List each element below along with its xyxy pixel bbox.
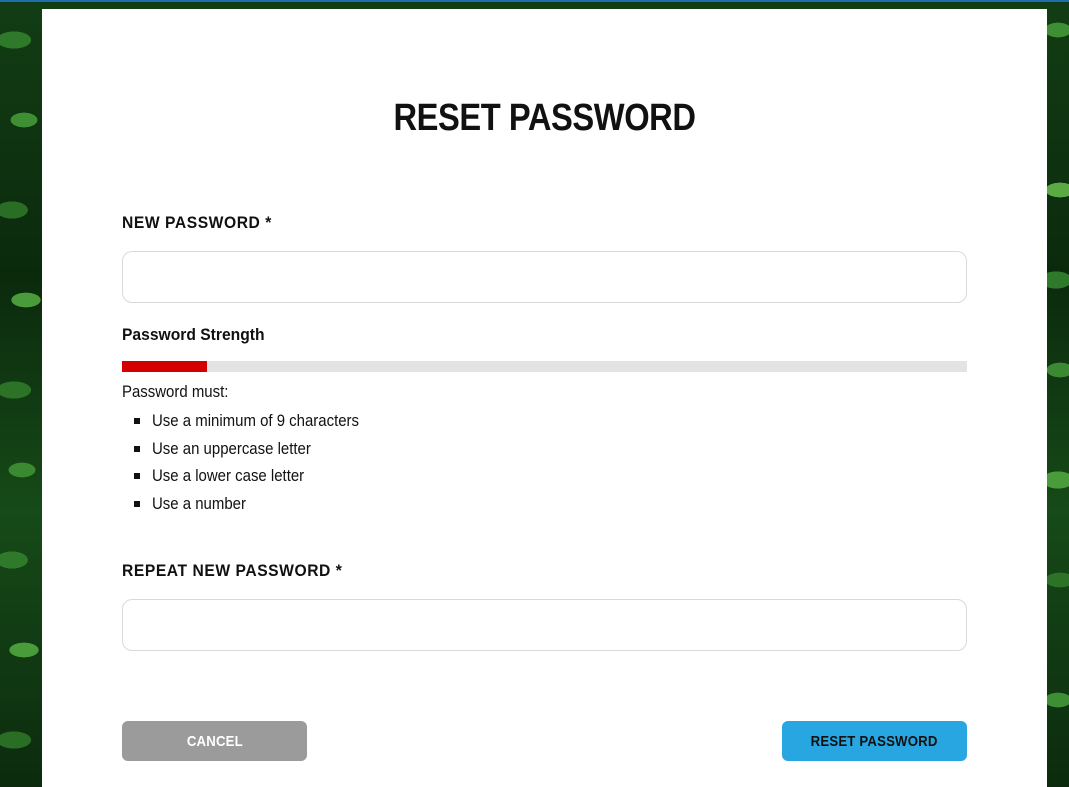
cancel-button[interactable]: CANCEL (122, 721, 307, 761)
bullet-icon (134, 473, 140, 479)
password-rules-list: Use a minimum of 9 characters Use an upp… (122, 407, 387, 517)
cancel-button-label: CANCEL (186, 732, 243, 750)
password-strength-label: Password Strength (122, 325, 265, 344)
password-rule-item: Use a lower case letter (122, 462, 387, 490)
top-border (0, 0, 1069, 2)
page-title: RESET PASSWORD (393, 97, 696, 139)
reset-password-card: RESET PASSWORD NEW PASSWORD * Password S… (42, 9, 1047, 787)
new-password-input[interactable] (122, 251, 967, 303)
password-strength-fill (122, 361, 207, 372)
bullet-icon (134, 500, 140, 507)
reset-password-button[interactable]: RESET PASSWORD (782, 721, 967, 761)
bullet-icon (134, 445, 140, 452)
repeat-password-label: REPEAT NEW PASSWORD * (122, 561, 343, 580)
repeat-password-input[interactable] (122, 599, 967, 651)
password-rule-text: Use an uppercase letter (152, 438, 311, 458)
password-rule-item: Use a minimum of 9 characters (122, 407, 387, 435)
password-strength-meter (122, 361, 967, 372)
reset-password-button-label: RESET PASSWORD (811, 732, 938, 750)
bullet-icon (134, 418, 140, 424)
password-rules-intro: Password must: (122, 382, 229, 401)
password-rule-item: Use an uppercase letter (122, 435, 387, 463)
password-rule-text: Use a number (152, 493, 246, 513)
password-rule-text: Use a minimum of 9 characters (152, 411, 360, 430)
password-rule-item: Use a number (122, 490, 387, 518)
password-rule-text: Use a lower case letter (152, 466, 305, 485)
new-password-label: NEW PASSWORD * (122, 213, 272, 232)
